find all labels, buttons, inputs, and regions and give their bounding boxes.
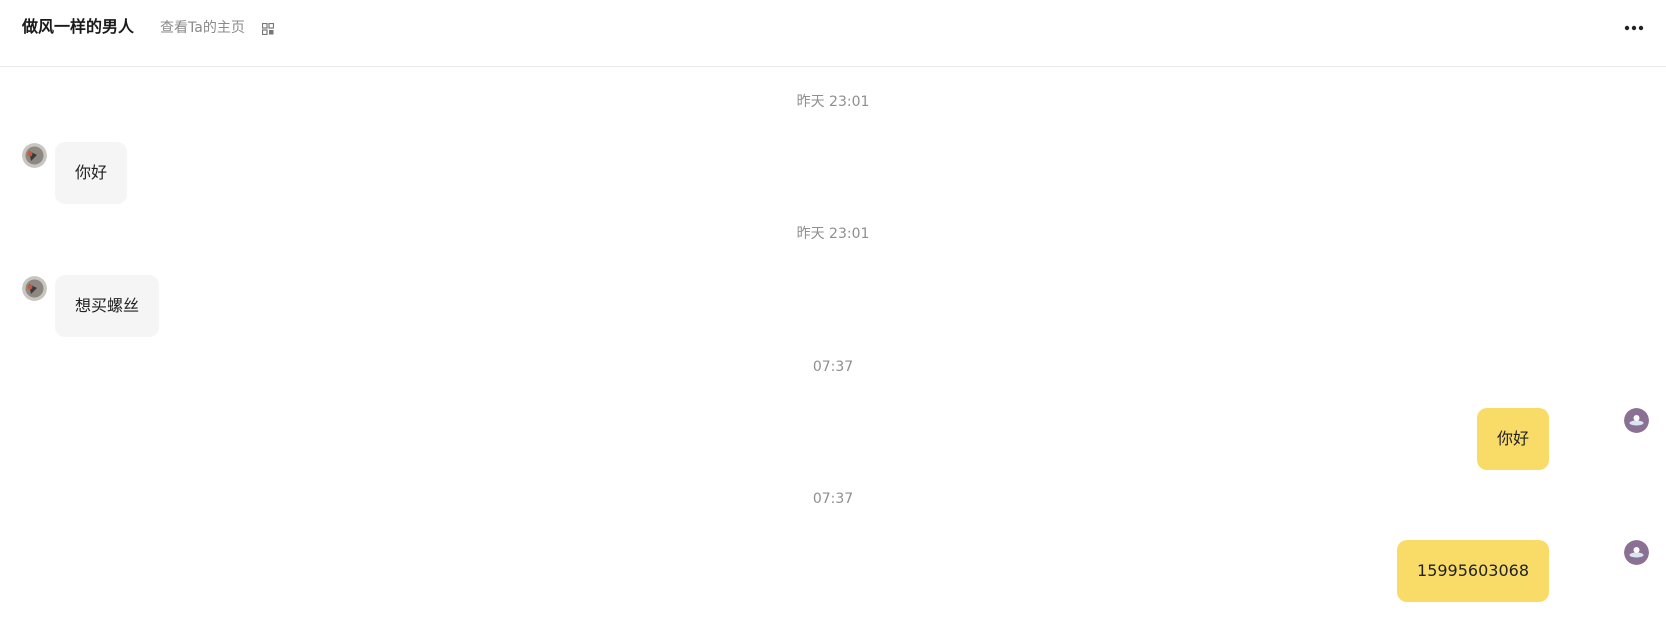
view-profile-link[interactable]: 查看Ta的主页: [160, 18, 245, 38]
message-timestamp: 昨天 23:01: [796, 226, 870, 242]
message-timestamp: 07:37: [812, 491, 854, 507]
contact-avatar[interactable]: [22, 143, 47, 168]
outgoing-message-bubble: 你好: [1476, 408, 1549, 470]
more-horizontal-icon[interactable]: [1622, 16, 1646, 40]
chat-header: 做风一样的男人 查看Ta的主页: [0, 0, 1666, 67]
incoming-message-bubble: 想买螺丝: [55, 275, 160, 337]
qr-code-icon[interactable]: [262, 23, 274, 35]
message-thread: 昨天 23:01 你好 昨天 23:01 想买螺丝 07:37 你好 07:37…: [0, 67, 1666, 631]
contact-name: 做风一样的男人: [22, 17, 135, 36]
outgoing-message-bubble: 15995603068: [1397, 540, 1549, 602]
message-timestamp: 07:37: [812, 359, 854, 375]
message-timestamp: 昨天 23:01: [796, 94, 870, 110]
incoming-message-bubble: 你好: [55, 142, 128, 204]
contact-avatar[interactable]: [22, 276, 47, 301]
my-avatar[interactable]: [1624, 540, 1649, 565]
my-avatar[interactable]: [1624, 408, 1649, 433]
